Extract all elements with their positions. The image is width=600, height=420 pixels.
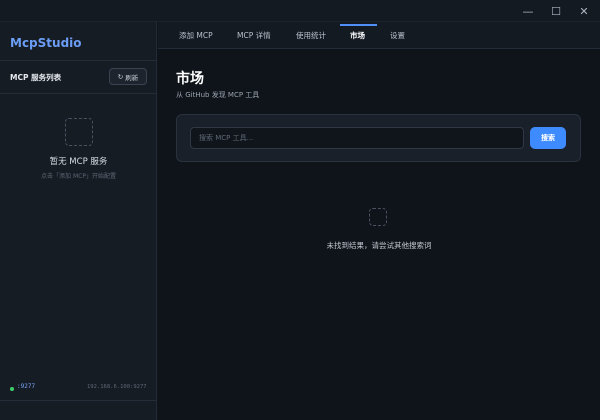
- empty-services-hint: 点击「添加 MCP」开始配置: [41, 173, 116, 180]
- active-tab-indicator: [340, 24, 377, 26]
- page-title: 市场: [176, 71, 204, 87]
- server-port: :9277: [17, 383, 36, 390]
- sidebar-divider: [0, 93, 157, 94]
- page-subtitle: 从 GitHub 发现 MCP 工具: [176, 91, 260, 99]
- search-input[interactable]: [190, 127, 524, 149]
- tab-settings[interactable]: 设置: [390, 22, 405, 49]
- sidebar-footer-divider: [0, 400, 157, 401]
- tab-market[interactable]: 市场: [350, 22, 365, 49]
- refresh-icon: ↻: [117, 72, 124, 81]
- server-status-icon: [10, 387, 14, 391]
- tab-usage-stats[interactable]: 使用统计: [296, 22, 326, 49]
- sidebar-divider: [0, 60, 157, 61]
- server-address: 192.168.6.100:9277: [87, 384, 147, 390]
- tab-add-mcp[interactable]: 添加 MCP: [179, 22, 213, 49]
- empty-placeholder-icon: [65, 118, 93, 146]
- service-list-title: MCP 服务列表: [10, 73, 62, 82]
- refresh-button-label: 刷新: [125, 73, 139, 82]
- tab-mcp-details[interactable]: MCP 详情: [237, 22, 271, 49]
- tab-bar: 添加 MCP MCP 详情 使用统计 市场 设置: [158, 22, 600, 49]
- close-button[interactable]: ✕: [570, 0, 598, 22]
- search-button[interactable]: 搜索: [530, 127, 566, 149]
- title-bar: — ☐ ✕: [0, 0, 600, 22]
- refresh-button[interactable]: ↻ 刷新: [109, 68, 147, 85]
- minimize-button[interactable]: —: [514, 0, 542, 22]
- sidebar: McpStudio MCP 服务列表 ↻ 刷新 暂无 MCP 服务 点击「添加 …: [0, 22, 157, 420]
- maximize-button[interactable]: ☐: [542, 0, 570, 22]
- app-logo-text: McpStudio: [10, 36, 82, 50]
- empty-services-title: 暂无 MCP 服务: [49, 157, 108, 167]
- no-results-message: 未找到结果，请尝试其他搜索词: [326, 241, 432, 250]
- no-results-icon: [369, 208, 387, 226]
